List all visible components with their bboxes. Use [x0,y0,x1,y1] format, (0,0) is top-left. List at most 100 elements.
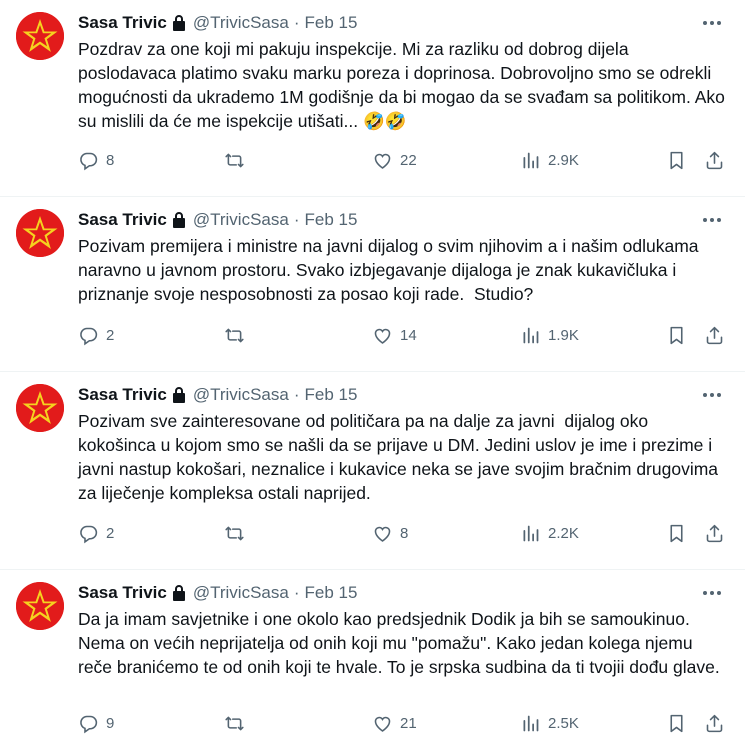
separator-dot: · [293,13,300,32]
view-count: 2.5K [548,714,579,732]
separator-dot: · [293,583,300,602]
avatar[interactable] [16,384,64,432]
reply-button[interactable]: 8 [78,150,114,170]
display-name[interactable]: Sasa Trivic [78,583,167,603]
reply-icon [80,525,98,543]
avatar[interactable] [16,12,64,60]
bookmark-icon [670,151,683,169]
retweet-icon [225,328,244,342]
red-star-logo [16,209,64,257]
more-icon[interactable] [701,213,723,227]
retweet-button[interactable] [224,713,252,733]
user-handle[interactable]: @TrivicSasa [193,583,289,603]
user-handle[interactable]: @TrivicSasa [193,13,289,33]
retweet-icon [225,153,244,167]
red-star-logo [16,582,64,630]
red-star-logo [16,12,64,60]
user-handle[interactable]: @TrivicSasa [193,210,289,230]
heart-icon [374,526,391,542]
tweet-text: Pozivam sve zainteresovane od političara… [78,411,723,503]
lock-icon [171,386,187,404]
retweet-button[interactable] [224,325,252,345]
reply-button[interactable]: 2 [78,523,114,543]
view-count: 2.2K [548,524,579,542]
tweet-content: Sasa Trivic @TrivicSasa · Feb 15 Da ja i… [78,582,729,679]
bookmark-icon [670,714,683,732]
avatar[interactable] [16,209,64,257]
like-count: 22 [400,151,417,169]
heart-icon [374,153,391,169]
views-button[interactable]: 2.9K [520,150,579,170]
like-button[interactable]: 14 [372,325,417,345]
reply-button[interactable]: 9 [78,713,114,733]
share-button[interactable] [704,713,725,733]
avatar[interactable] [16,582,64,630]
heart-icon [374,716,391,732]
views-button[interactable]: 2.2K [520,523,579,543]
views-button[interactable]: 1.9K [520,325,579,345]
retweet-icon [225,526,244,540]
lock-icon [171,584,187,602]
view-count: 1.9K [548,326,579,344]
reply-count: 9 [106,714,115,732]
reply-count: 2 [106,326,115,344]
reply-button[interactable]: 2 [78,325,114,345]
tweet-content: Sasa Trivic @TrivicSasa · Feb 15 Pozivam… [78,384,729,505]
views-button[interactable]: 2.5K [520,713,579,733]
reply-icon [80,327,98,345]
reply-icon [80,715,98,733]
tweet-header: Sasa Trivic @TrivicSasa · Feb 15 [78,12,729,34]
action-bar: 8 22 2.9K [78,150,729,170]
views-icon [523,152,539,168]
display-name[interactable]: Sasa Trivic [78,13,167,33]
tweet[interactable]: Sasa Trivic @TrivicSasa · Feb 15 Pozdrav… [0,0,745,197]
display-name[interactable]: Sasa Trivic [78,210,167,230]
reply-icon [80,152,98,170]
retweet-icon [225,716,244,730]
more-icon[interactable] [701,16,723,30]
reply-count: 2 [106,524,115,542]
tweet-date[interactable]: Feb 15 [305,385,358,405]
share-button[interactable] [704,523,725,543]
views-icon [523,525,539,541]
tweet-date[interactable]: Feb 15 [305,13,358,33]
view-count: 2.9K [548,151,579,169]
share-icon [706,524,723,542]
bookmark-button[interactable] [666,523,687,543]
bookmark-button[interactable] [666,713,687,733]
action-bar: 2 8 2.2K [78,523,729,543]
bookmark-icon [670,524,683,542]
display-name[interactable]: Sasa Trivic [78,385,167,405]
user-handle[interactable]: @TrivicSasa [193,385,289,405]
like-button[interactable]: 21 [372,713,417,733]
tweet-header: Sasa Trivic @TrivicSasa · Feb 15 [78,209,729,231]
tweet-content: Sasa Trivic @TrivicSasa · Feb 15 Pozivam… [78,209,729,306]
retweet-button[interactable] [224,150,252,170]
share-button[interactable] [704,150,725,170]
bookmark-button[interactable] [666,150,687,170]
views-icon [523,327,539,343]
tweet-date[interactable]: Feb 15 [305,583,358,603]
retweet-button[interactable] [224,523,252,543]
like-button[interactable]: 22 [372,150,417,170]
lock-icon [171,14,187,32]
views-icon [523,715,539,731]
tweet[interactable]: Sasa Trivic @TrivicSasa · Feb 15 Pozivam… [0,372,745,570]
action-bar: 9 21 2.5K [78,713,729,733]
tweet-text: Da ja imam savjetnike i one okolo kao pr… [78,609,720,677]
share-icon [706,326,723,344]
like-button[interactable]: 8 [372,523,408,543]
more-icon[interactable] [701,388,723,402]
tweet-content: Sasa Trivic @TrivicSasa · Feb 15 Pozdrav… [78,12,729,133]
separator-dot: · [293,385,300,404]
tweet-text: Pozdrav za one koji mi pakuju inspekcije… [78,39,730,131]
tweet[interactable]: Sasa Trivic @TrivicSasa · Feb 15 Pozivam… [0,197,745,372]
bookmark-button[interactable] [666,325,687,345]
tweet[interactable]: Sasa Trivic @TrivicSasa · Feb 15 Da ja i… [0,570,745,753]
share-icon [706,151,723,169]
like-count: 21 [400,714,417,732]
share-button[interactable] [704,325,725,345]
tweet-date[interactable]: Feb 15 [305,210,358,230]
more-icon[interactable] [701,586,723,600]
tweet-text: Pozivam premijera i ministre na javni di… [78,236,704,304]
